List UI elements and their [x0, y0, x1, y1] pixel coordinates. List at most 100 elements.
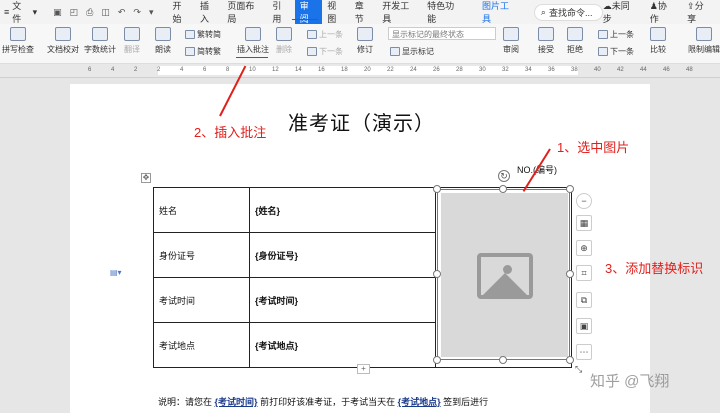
- compare-icon: [650, 27, 666, 41]
- collab-button[interactable]: ♟协作: [650, 0, 675, 25]
- horizontal-ruler[interactable]: 6 4 2 2 4 6 8 10 12 14 16 18 20 22 24 26 28 30 32 34 36 38 40 4…: [0, 64, 720, 78]
- layout-options-icon[interactable]: ▦: [576, 215, 592, 231]
- ruler-tick: 46: [663, 67, 670, 73]
- more-icon[interactable]: ▾: [149, 7, 154, 18]
- resize-handle-nw[interactable]: [433, 185, 441, 193]
- wordcount-button[interactable]: 字数统计: [84, 24, 116, 55]
- show-markup-button[interactable]: 显示标记: [390, 46, 434, 57]
- ruler-tick: 30: [479, 67, 486, 73]
- resize-handle-s[interactable]: [499, 356, 507, 364]
- ruler-tick: 8: [226, 67, 230, 73]
- proofread-button[interactable]: 文档校对: [47, 24, 79, 55]
- track-changes-button[interactable]: 修订: [357, 24, 373, 55]
- crop-icon[interactable]: ⌗: [576, 265, 592, 281]
- export-pdf-icon[interactable]: ◰: [70, 7, 79, 18]
- spellcheck-button[interactable]: 拼写检查: [2, 24, 34, 55]
- tab-section[interactable]: 章节: [350, 0, 377, 27]
- next-change-icon: [598, 47, 608, 56]
- menu-bar: ≡ 文件 ▾ ▣ ◰ ⎙ ◫ ↶ ↷ ▾ 开始 插入 页面布局 引用 审阅 视图…: [0, 0, 720, 27]
- watermark: 知乎 @飞翔: [590, 373, 670, 390]
- insert-comment-button[interactable]: 插入批注: [237, 24, 269, 55]
- ruler-tick: 18: [341, 67, 348, 73]
- ruler-tick: 32: [502, 67, 509, 73]
- tab-layout[interactable]: 页面布局: [222, 0, 267, 27]
- read-aloud-button[interactable]: 朗读: [155, 24, 171, 55]
- share-icon: ⇪: [687, 1, 695, 11]
- ruler-tick: 40: [594, 67, 601, 73]
- row-value: {考试地点}: [249, 322, 436, 368]
- resize-handle-ne[interactable]: [566, 185, 574, 193]
- rotate-handle[interactable]: ↻: [498, 170, 510, 182]
- ruler-tick: 22: [387, 67, 394, 73]
- markup-mode-select[interactable]: 显示标记的最终状态: [388, 27, 496, 40]
- tab-review[interactable]: 审阅: [294, 0, 323, 27]
- expand-icon[interactable]: ⤡: [575, 364, 582, 375]
- simp-trad-button[interactable]: 简转繁: [185, 46, 221, 57]
- simp-trad-icon: [185, 47, 195, 56]
- tab-references[interactable]: 引用: [267, 0, 294, 27]
- restrict-editing-button[interactable]: 限制编辑: [688, 24, 720, 55]
- show-markup-icon: [390, 47, 400, 56]
- review-pane-button[interactable]: 审阅: [503, 24, 519, 55]
- trad-simp-button[interactable]: 繁转简: [185, 29, 221, 40]
- accept-button[interactable]: 接受: [538, 24, 554, 55]
- collapse-toolbar-icon[interactable]: −: [576, 193, 592, 209]
- tab-features[interactable]: 特色功能: [422, 0, 467, 27]
- resize-handle-se[interactable]: [566, 356, 574, 364]
- file-menu[interactable]: ≡ 文件 ▾: [4, 0, 37, 25]
- resize-handle-n[interactable]: [499, 185, 507, 193]
- reject-button[interactable]: 拒绝: [567, 24, 583, 55]
- tab-view[interactable]: 视图: [322, 0, 349, 27]
- add-row-button[interactable]: +: [357, 364, 370, 374]
- command-search[interactable]: ⌕ 查找命令...: [533, 3, 603, 21]
- cloud-icon: ☁: [602, 1, 612, 11]
- ruler-tick: 34: [525, 67, 532, 73]
- annotation-underline: [292, 19, 318, 20]
- row-label: 姓名: [153, 187, 250, 233]
- preview-icon[interactable]: ◫: [101, 7, 110, 18]
- compare-button[interactable]: 比较: [650, 24, 666, 55]
- annotation-step1: 1、选中图片: [557, 140, 630, 155]
- save-icon[interactable]: ▣: [53, 7, 62, 18]
- more-options-icon[interactable]: ⋯: [576, 344, 592, 360]
- ruler-tick: 44: [640, 67, 647, 73]
- ruler-tick: 14: [295, 67, 302, 73]
- zoom-icon[interactable]: ⊕: [576, 240, 592, 256]
- search-icon: ⌕: [540, 6, 546, 17]
- ruler-tick: 38: [571, 67, 578, 73]
- next-comment-button[interactable]: 下一条: [307, 46, 343, 57]
- proofread-icon: [55, 27, 71, 41]
- translate-button[interactable]: 翻译: [124, 24, 140, 55]
- prev-change-button[interactable]: 上一条: [598, 29, 634, 40]
- replace-image-icon[interactable]: ⧉: [576, 292, 592, 308]
- prev-comment-button[interactable]: 上一条: [307, 29, 343, 40]
- resize-handle-w[interactable]: [433, 270, 441, 278]
- ruler-tick: 26: [433, 67, 440, 73]
- tab-picture-tools[interactable]: 图片工具: [477, 0, 522, 27]
- tab-home[interactable]: 开始: [167, 0, 194, 27]
- resize-handle-sw[interactable]: [433, 356, 441, 364]
- undo-icon[interactable]: ↶: [118, 7, 126, 18]
- row-label: 身份证号: [153, 232, 250, 278]
- paragraph-menu-icon[interactable]: ▤▾: [110, 268, 122, 277]
- tab-developer[interactable]: 开发工具: [377, 0, 422, 27]
- ruler-tick: 16: [318, 67, 325, 73]
- ruler-tick: 2: [134, 67, 138, 73]
- table-move-handle[interactable]: ✥: [141, 173, 151, 183]
- prev-change-icon: [598, 30, 608, 39]
- ruler-tick: 24: [410, 67, 417, 73]
- review-icon: [503, 27, 519, 41]
- translate-icon: [124, 27, 140, 41]
- redo-icon[interactable]: ↷: [133, 7, 141, 18]
- resize-handle-e[interactable]: [566, 270, 574, 278]
- row-label: 考试时间: [153, 277, 250, 323]
- share-button[interactable]: ⇪分享: [687, 0, 712, 25]
- wordcount-icon: [92, 27, 108, 41]
- print-icon[interactable]: ⎙: [86, 7, 93, 18]
- tab-insert[interactable]: 插入: [195, 0, 222, 27]
- sync-status[interactable]: ☁未同步: [603, 0, 638, 25]
- delete-comment-button[interactable]: 删除: [276, 24, 292, 55]
- next-change-button[interactable]: 下一条: [598, 46, 634, 57]
- image-style-icon[interactable]: ▣: [576, 318, 592, 334]
- row-value: {考试时间}: [249, 277, 436, 323]
